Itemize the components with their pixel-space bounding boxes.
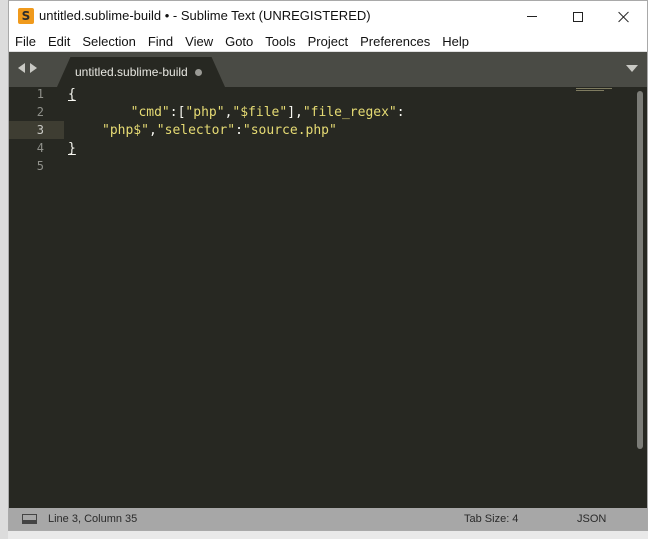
code-line-1: {	[68, 87, 76, 102]
maximize-button[interactable]	[555, 1, 601, 32]
background-left-strip	[0, 0, 8, 539]
line-number: 1	[36, 87, 44, 101]
tab-bar: untitled.sublime-build	[9, 52, 647, 87]
punct-token: :[	[169, 105, 186, 120]
panel-toggle-icon[interactable]	[22, 514, 37, 524]
window-title: untitled.sublime-build • - Sublime Text …	[39, 8, 371, 23]
menu-view[interactable]: View	[179, 32, 219, 52]
code-line-3: "php$","selector":"source.php"	[102, 123, 337, 138]
nav-right-icon[interactable]	[30, 63, 37, 73]
tab-untitled-sublime-build[interactable]: untitled.sublime-build	[57, 57, 225, 87]
code-editor[interactable]: 1 2 3 4 5 { "cmd":["php","$file"],"file_…	[9, 87, 647, 508]
tab-nav-arrows	[18, 63, 37, 73]
minimap[interactable]	[576, 88, 612, 93]
string-token: "cmd"	[130, 105, 170, 120]
background-right-strip	[648, 0, 656, 539]
punct-token: :	[396, 105, 405, 120]
tab-label: untitled.sublime-build	[75, 65, 188, 79]
sublime-app-icon: S	[18, 8, 34, 24]
menu-file[interactable]: File	[9, 32, 42, 52]
line-number-active: 3	[36, 123, 44, 137]
menu-selection[interactable]: Selection	[76, 32, 141, 52]
indent-2	[99, 105, 130, 120]
line-number: 5	[36, 159, 44, 173]
punct-token: :	[235, 123, 243, 138]
close-brace: }	[68, 141, 76, 156]
maximize-icon	[573, 11, 583, 22]
syntax-indicator[interactable]: JSON	[577, 513, 606, 525]
cursor-position: Line 3, Column 35	[48, 513, 138, 525]
code-line-4: }	[68, 141, 76, 156]
menu-edit[interactable]: Edit	[42, 32, 76, 52]
minimize-button[interactable]	[509, 1, 555, 32]
menu-bar: File Edit Selection Find View Goto Tools…	[9, 32, 647, 52]
tab-size-indicator[interactable]: Tab Size: 4	[464, 513, 518, 525]
menu-tools[interactable]: Tools	[259, 32, 301, 52]
sublime-window: S untitled.sublime-build • - Sublime Tex…	[8, 0, 648, 531]
string-token: "php"	[185, 105, 225, 120]
title-bar[interactable]: S untitled.sublime-build • - Sublime Tex…	[9, 1, 647, 32]
minimize-icon	[527, 16, 537, 17]
nav-left-icon[interactable]	[18, 63, 25, 73]
close-icon	[618, 11, 630, 23]
menu-project[interactable]: Project	[302, 32, 354, 52]
status-bar: Line 3, Column 35 Tab Size: 4 JSON	[9, 508, 647, 530]
code-line-2: "cmd":["php","$file"],"file_regex":	[68, 105, 405, 120]
punct-token: ],	[287, 105, 303, 120]
tab-dropdown-icon[interactable]	[626, 65, 638, 72]
menu-goto[interactable]: Goto	[219, 32, 259, 52]
tab-modified-dot-icon[interactable]	[195, 69, 202, 76]
menu-preferences[interactable]: Preferences	[354, 32, 436, 52]
line-number: 2	[36, 105, 44, 119]
string-token: "php$"	[102, 123, 149, 138]
string-token: "file_regex"	[302, 105, 397, 120]
line-number: 4	[36, 141, 44, 155]
close-button[interactable]	[601, 1, 647, 32]
punct-token: ,	[148, 123, 157, 138]
line-gutter: 1 2 3 4 5	[9, 87, 64, 508]
string-token: "source.php"	[242, 123, 337, 138]
vertical-scrollbar[interactable]	[637, 91, 643, 449]
menu-find[interactable]: Find	[142, 32, 179, 52]
string-token: "$file"	[232, 105, 288, 120]
menu-help[interactable]: Help	[436, 32, 475, 52]
open-brace: {	[68, 87, 76, 102]
string-token: "selector"	[156, 123, 236, 138]
